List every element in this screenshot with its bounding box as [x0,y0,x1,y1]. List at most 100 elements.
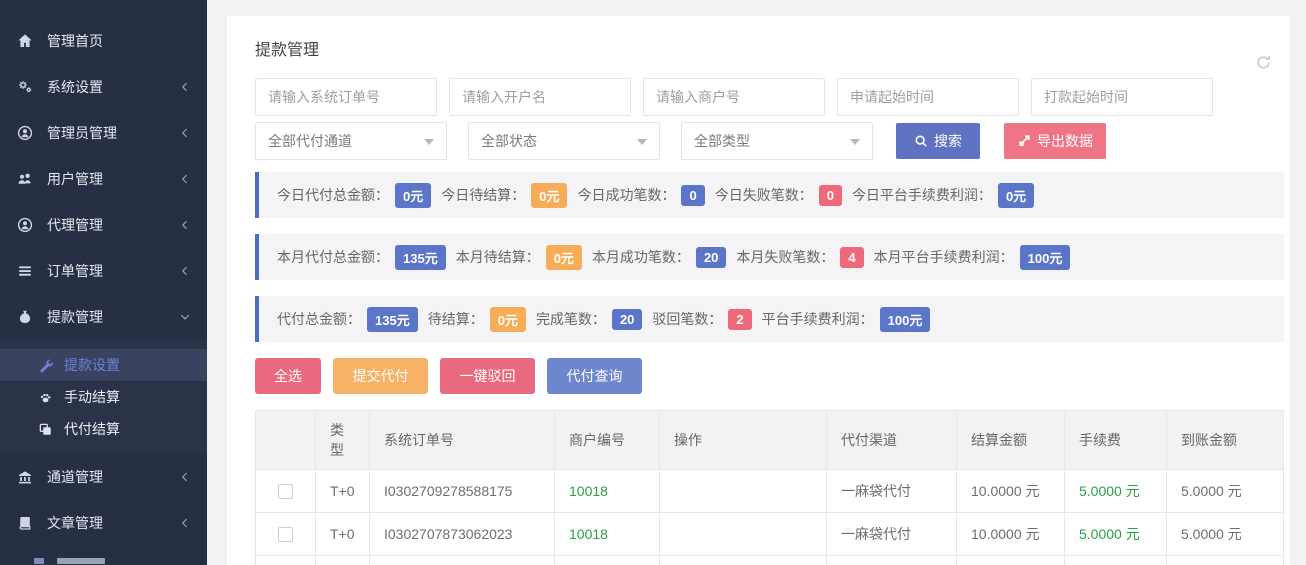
sidebar-item-label: 提款管理 [47,307,179,327]
sidebar-item-channel-management[interactable]: 通道管理 [0,454,207,500]
stat-label: 完成笔数： [536,309,606,329]
account-name-input[interactable] [449,78,631,116]
stat-label: 今日平台手续费利润： [852,185,992,205]
cell-channel: 一麻袋代付 [827,556,957,565]
partial-icon [34,558,44,564]
status-select[interactable]: 全部状态 [468,122,660,160]
pay-time-input[interactable] [1031,78,1213,116]
sidebar-subitem-payout-settlement[interactable]: 代付结算 [0,413,207,445]
stat-badge: 0元 [998,183,1034,208]
action-buttons-row: 全选 提交代付 一键驳回 代付查询 [255,358,1284,394]
cell-settle-amount: 10.0000 元 [957,513,1065,556]
apply-time-input[interactable] [837,78,1019,116]
sidebar-item-order-management[interactable]: 订单管理 [0,248,207,294]
page-title: 提款管理 [255,36,1284,60]
cell-settle-amount: 10.0000 元 [957,470,1065,513]
sidebar-item-system-settings[interactable]: 系统设置 [0,64,207,110]
channel-select[interactable]: 全部代付通道 [255,122,447,160]
sidebar-item-label: 订单管理 [47,261,179,281]
stat-label: 今日失败笔数： [715,185,813,205]
type-select[interactable]: 全部类型 [681,122,873,160]
order-no-input[interactable] [255,78,437,116]
cell-channel: 一麻袋代付 [827,513,957,556]
channel-select-value: 全部代付通道 [268,131,352,151]
stat-badge: 0元 [531,183,567,208]
cell-arrival-amount: 5.0000 元 [1167,513,1284,556]
paw-icon [36,390,54,405]
admin-icon [15,125,35,141]
stats-bar-today: 今日代付总金额：0元 今日待结算：0元 今日成功笔数：0 今日失败笔数：0 今日… [255,172,1284,218]
sidebar-item-partial[interactable] [0,557,207,565]
select-all-button[interactable]: 全选 [255,358,321,394]
row-checkbox[interactable] [278,484,293,499]
cell-order-no: I0302706486579164 [370,556,555,565]
orders-icon [15,263,35,279]
sidebar-item-label: 通道管理 [47,467,179,487]
cell-type: T+0 [316,513,370,556]
sidebar-item-home[interactable]: 管理首页 [0,18,207,64]
cell-action [660,470,827,513]
stat-badge: 135元 [367,307,418,332]
sidebar-item-article-management[interactable]: 文章管理 [0,500,207,546]
withdraw-icon [15,309,35,325]
stat-badge: 2 [728,309,751,330]
header-fee: 手续费 [1065,411,1167,470]
sidebar-item-agent-management[interactable]: 代理管理 [0,202,207,248]
sidebar-item-withdraw-management[interactable]: 提款管理 [0,294,207,340]
stat-label: 本月代付总金额： [277,247,389,267]
stat-badge: 20 [612,309,642,330]
withdraw-management-card: 提款管理 全部代付通道 全部状态 全部类型 [227,16,1290,565]
sidebar-subitem-withdraw-settings[interactable]: 提款设置 [0,349,207,381]
stat-badge: 0 [819,185,842,206]
clone-icon [36,422,54,437]
gears-icon [15,79,35,95]
table-row: T+0 I0302707873062023 10018 一麻袋代付 10.000… [256,513,1284,556]
chevron-left-icon [179,265,191,277]
caret-down-icon [424,139,434,145]
withdraw-table: 类型 系统订单号 商户编号 操作 代付渠道 结算金额 手续费 到账金额 T+0 … [255,410,1284,565]
stat-label: 待结算： [428,309,484,329]
reject-all-button[interactable]: 一键驳回 [440,358,535,394]
table-row: T+0 I0302709278588175 10018 一麻袋代付 10.000… [256,470,1284,513]
search-button[interactable]: 搜索 [896,123,980,159]
chevron-left-icon [179,471,191,483]
cell-arrival-amount: 5.0000 元 [1167,556,1284,565]
chevron-left-icon [179,517,191,529]
stat-label: 本月平台手续费利润： [874,247,1014,267]
stat-badge: 0元 [546,245,582,270]
chevron-left-icon [179,127,191,139]
refresh-icon[interactable] [1255,54,1272,71]
stat-badge: 0 [681,185,704,206]
withdraw-submenu: 提款设置 手动结算 代付结算 [0,340,207,454]
chevron-left-icon [179,219,191,231]
users-icon [15,171,35,187]
chevron-left-icon [179,81,191,93]
stats-bar-month: 本月代付总金额：135元 本月待结算：0元 本月成功笔数：20 本月失败笔数：4… [255,234,1284,280]
row-checkbox[interactable] [278,527,293,542]
merchant-no-input[interactable] [643,78,825,116]
chevron-left-icon [179,173,191,185]
main-content: 提款管理 全部代付通道 全部状态 全部类型 [207,0,1306,565]
stat-label: 本月待结算： [456,247,540,267]
cell-fee: 5.0000 元 [1065,470,1167,513]
stat-badge: 135元 [395,245,446,270]
sidebar-item-label: 用户管理 [47,169,179,189]
chevron-down-icon [179,311,191,323]
payout-query-button[interactable]: 代付查询 [547,358,642,394]
sidebar-item-user-management[interactable]: 用户管理 [0,156,207,202]
cell-fee: 5.0000 元 [1065,513,1167,556]
sidebar-subitem-label: 手动结算 [64,387,120,407]
stat-label: 平台手续费利润： [762,309,874,329]
cell-action [660,556,827,565]
export-button-label: 导出数据 [1037,131,1093,151]
export-data-button[interactable]: 导出数据 [1004,123,1106,159]
book-icon [15,515,35,531]
sidebar-item-admin-management[interactable]: 管理员管理 [0,110,207,156]
header-type: 类型 [316,411,370,470]
submit-payout-button[interactable]: 提交代付 [333,358,428,394]
caret-down-icon [637,139,647,145]
cell-settle-amount: 10.0000 元 [957,556,1065,565]
sidebar-subitem-manual-settlement[interactable]: 手动结算 [0,381,207,413]
table-header-row: 类型 系统订单号 商户编号 操作 代付渠道 结算金额 手续费 到账金额 [256,411,1284,470]
sidebar-item-label: 管理员管理 [47,123,179,143]
